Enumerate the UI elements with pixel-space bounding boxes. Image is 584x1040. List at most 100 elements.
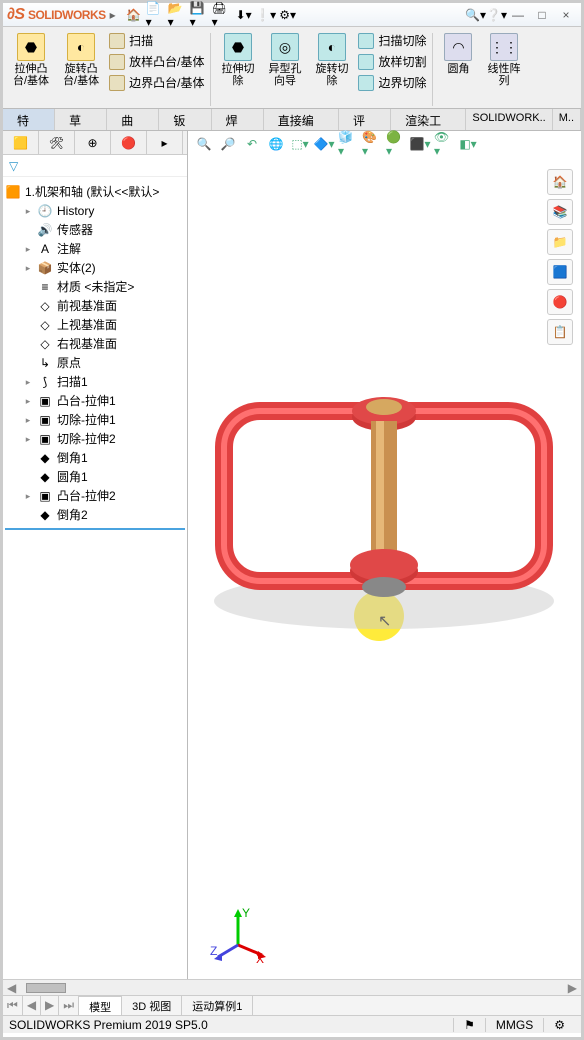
- revolve-cut-button[interactable]: ◐旋转切 除: [309, 31, 354, 108]
- tab-sketch[interactable]: 草图: [55, 109, 107, 130]
- tab-directedit[interactable]: 直接编辑: [264, 109, 339, 130]
- search-icon[interactable]: 🔍▾: [465, 8, 486, 22]
- tree-item[interactable]: ◆倒角1: [5, 448, 185, 467]
- help-icon[interactable]: ❔▾: [486, 8, 507, 22]
- config-tab-icon[interactable]: ⊕: [75, 131, 111, 154]
- expand-icon[interactable]: [23, 358, 33, 368]
- view-palette-icon[interactable]: 🟦: [547, 259, 573, 285]
- expand-icon[interactable]: [23, 339, 33, 349]
- new-icon[interactable]: 📄▾: [146, 5, 166, 25]
- expand-icon[interactable]: ▸: [23, 434, 33, 444]
- expand-icon[interactable]: ▸: [23, 377, 33, 387]
- appearances-icon[interactable]: 🔴: [547, 289, 573, 315]
- apply-scene-icon[interactable]: ⬛▾: [410, 134, 430, 154]
- expand-icon[interactable]: [23, 282, 33, 292]
- scene-icon[interactable]: 🎨▾: [362, 134, 382, 154]
- expand-icon[interactable]: ▸: [23, 206, 33, 216]
- file-explorer-icon[interactable]: 📁: [547, 229, 573, 255]
- property-tab-icon[interactable]: 🛠: [39, 131, 75, 154]
- edit-appearance-icon[interactable]: 🟢▾: [386, 134, 406, 154]
- tree-item[interactable]: ▸▣凸台-拉伸2: [5, 486, 185, 505]
- tree-item[interactable]: ≡材质 <未指定>: [5, 277, 185, 296]
- view-layout-icon[interactable]: ◧▾: [458, 134, 478, 154]
- tab-sheetmetal[interactable]: 钣金: [159, 109, 211, 130]
- tree-item[interactable]: ▸▣切除-拉伸1: [5, 410, 185, 429]
- tree-item[interactable]: ▸▣凸台-拉伸1: [5, 391, 185, 410]
- expand-icon[interactable]: [23, 320, 33, 330]
- extrude-boss-button[interactable]: ⬣拉伸凸 台/基体: [7, 31, 55, 108]
- tab-features[interactable]: 特征: [3, 109, 55, 130]
- tree-item[interactable]: ◇右视基准面: [5, 334, 185, 353]
- horizontal-scrollbar[interactable]: ◀ ▶: [3, 979, 581, 995]
- sweep-cut-button[interactable]: 扫描切除: [356, 31, 428, 50]
- resources-icon[interactable]: 🏠: [547, 169, 573, 195]
- tab-first-icon[interactable]: ⏮: [3, 996, 23, 1015]
- tree-item[interactable]: ◇前视基准面: [5, 296, 185, 315]
- tab-3dview[interactable]: 3D 视图: [122, 996, 182, 1015]
- expand-icon[interactable]: [23, 472, 33, 482]
- tab-m[interactable]: M..: [553, 109, 581, 130]
- rollback-bar[interactable]: [5, 528, 185, 530]
- linear-pattern-button[interactable]: ⋮⋮线性阵 列: [481, 31, 526, 108]
- expand-icon[interactable]: ▸: [23, 263, 33, 273]
- tree-item[interactable]: ▸📦实体(2): [5, 258, 185, 277]
- print-icon[interactable]: 🖨▾: [212, 5, 232, 25]
- expand-icon[interactable]: ▸: [23, 396, 33, 406]
- sweep-button[interactable]: 扫描: [107, 31, 206, 50]
- status-units[interactable]: MMGS: [485, 1018, 543, 1032]
- status-flag-icon[interactable]: ⚑: [453, 1018, 485, 1032]
- filter-bar[interactable]: ▽: [3, 155, 187, 177]
- tree-item[interactable]: ◇上视基准面: [5, 315, 185, 334]
- scrollbar-thumb[interactable]: [26, 983, 66, 993]
- extrude-cut-button[interactable]: ⬣拉伸切 除: [215, 31, 260, 108]
- expand-icon[interactable]: ▸: [23, 491, 33, 501]
- status-gear-icon[interactable]: ⚙: [543, 1018, 575, 1032]
- section-icon[interactable]: 🌐: [266, 134, 286, 154]
- prev-view-icon[interactable]: ↶: [242, 134, 262, 154]
- tab-last-icon[interactable]: ⏭: [59, 996, 79, 1015]
- scroll-right-icon[interactable]: ▶: [564, 981, 581, 995]
- tree-item[interactable]: ▸A注解: [5, 239, 185, 258]
- expand-icon[interactable]: ▸: [23, 244, 33, 254]
- tree-item[interactable]: ↳原点: [5, 353, 185, 372]
- expand-icon[interactable]: [23, 301, 33, 311]
- scroll-left-icon[interactable]: ◀: [3, 981, 20, 995]
- viewport[interactable]: 🔍 🔎 ↶ 🌐 ⬚▾ 🔷▾ 🧊▾ 🎨▾ 🟢▾ ⬛▾ 👁▾ ◧▾ 🏠 📚 📁 🟦 …: [188, 131, 581, 979]
- minimize-button[interactable]: —: [507, 6, 529, 24]
- library-icon[interactable]: 📚: [547, 199, 573, 225]
- tree-item[interactable]: ◆倒角2: [5, 505, 185, 524]
- hide-show-icon[interactable]: 🧊▾: [338, 134, 358, 154]
- revolve-boss-button[interactable]: ◐旋转凸 台/基体: [57, 31, 105, 108]
- zoom-icon[interactable]: 🔍: [194, 134, 214, 154]
- tab-weldment[interactable]: 焊件: [212, 109, 264, 130]
- expand-icon[interactable]: ▸: [23, 415, 33, 425]
- boundary-boss-button[interactable]: 边界凸台/基体: [107, 73, 206, 92]
- open-icon[interactable]: 📂▾: [168, 5, 188, 25]
- display-style-icon[interactable]: 🔷▾: [314, 134, 334, 154]
- tree-root[interactable]: 🟧 1.机架和轴 (默认<<默认>: [5, 181, 185, 202]
- orient-icon[interactable]: ⬚▾: [290, 134, 310, 154]
- settings-icon[interactable]: ⚙▾: [278, 5, 298, 25]
- loft-boss-button[interactable]: 放样凸台/基体: [107, 52, 206, 71]
- expand-icon[interactable]: [23, 453, 33, 463]
- tree-item[interactable]: ◆圆角1: [5, 467, 185, 486]
- tab-prev-icon[interactable]: ◀: [23, 996, 41, 1015]
- loft-cut-button[interactable]: 放样切割: [356, 52, 428, 71]
- app-menu-dropdown[interactable]: ▸: [110, 8, 116, 22]
- maximize-button[interactable]: □: [531, 6, 553, 24]
- zoom-window-icon[interactable]: 🔎: [218, 134, 238, 154]
- tab-evaluate[interactable]: 评估: [339, 109, 391, 130]
- tab-surface[interactable]: 曲面: [107, 109, 159, 130]
- save-icon[interactable]: 💾▾: [190, 5, 210, 25]
- view-settings-icon[interactable]: 👁▾: [434, 134, 454, 154]
- tab-render[interactable]: 渲染工具: [391, 109, 466, 130]
- expand-icon[interactable]: [23, 225, 33, 235]
- undo-icon[interactable]: ⬇▾: [234, 5, 254, 25]
- options-icon[interactable]: ❕▾: [256, 5, 276, 25]
- tab-model[interactable]: 模型: [79, 996, 122, 1015]
- boundary-cut-button[interactable]: 边界切除: [356, 73, 428, 92]
- tree-tab-icon[interactable]: 🟨: [3, 131, 39, 154]
- close-button[interactable]: ×: [555, 6, 577, 24]
- more-tab-icon[interactable]: ▸: [147, 131, 183, 154]
- home-icon[interactable]: 🏠: [124, 5, 144, 25]
